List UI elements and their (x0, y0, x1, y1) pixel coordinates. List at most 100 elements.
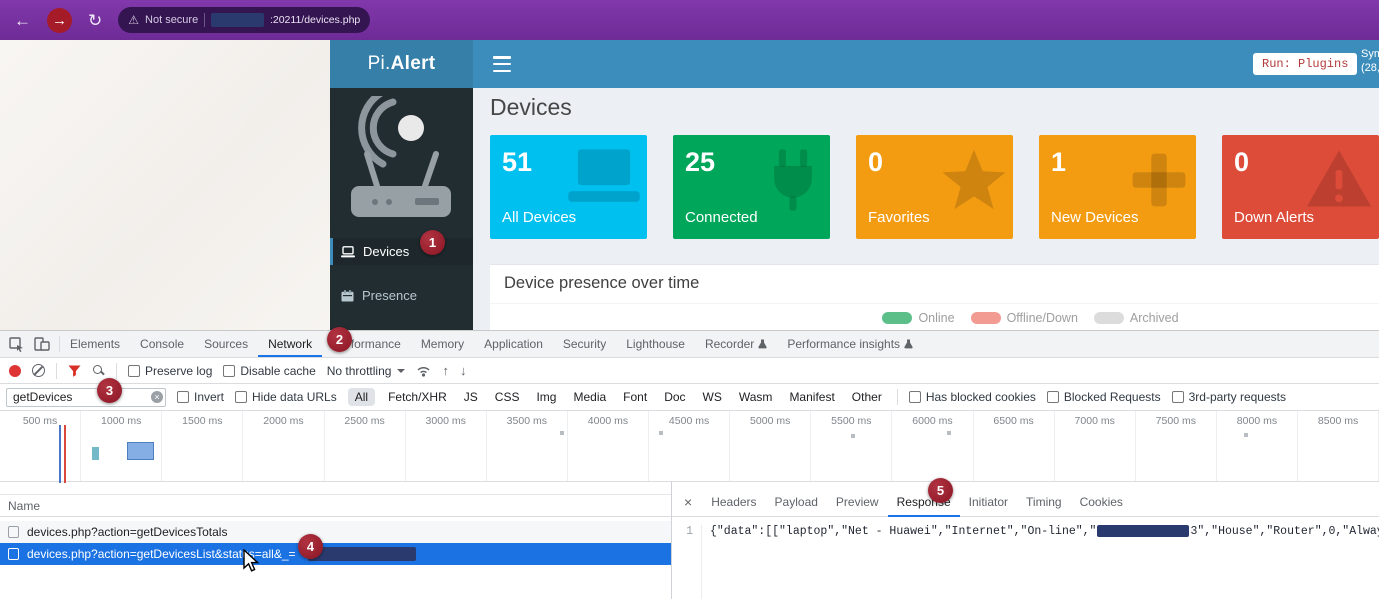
devtools-tab-performance-insights[interactable]: Performance insights (777, 331, 923, 357)
network-overview-timeline[interactable]: 500 ms 1000 ms 1500 ms 2000 ms 2500 ms 3… (0, 411, 1379, 482)
sidebar-toggle-icon[interactable] (493, 56, 511, 72)
card-favorites[interactable]: 0 Favorites (856, 135, 1013, 239)
filter-chip-wasm[interactable]: Wasm (735, 389, 777, 405)
export-har-icon[interactable]: ↓ (460, 364, 467, 377)
devtools-tab-network[interactable]: Network (258, 331, 322, 357)
detail-tab-cookies[interactable]: Cookies (1071, 488, 1132, 517)
devtools-tab-console[interactable]: Console (130, 331, 194, 357)
run-plugins-button[interactable]: Run: Plugins (1253, 53, 1357, 75)
blocked-requests-checkbox[interactable]: Blocked Requests (1047, 390, 1161, 404)
app-brand[interactable]: Pi.Alert (330, 40, 473, 88)
network-conditions-icon[interactable] (416, 365, 431, 377)
record-icon[interactable] (9, 365, 21, 377)
timeline-column: 8500 ms (1298, 411, 1379, 481)
toolbar-separator (897, 389, 898, 405)
browser-toolbar: ← → ↻ ⚠ Not secure :20211/devices.php (0, 0, 1379, 40)
invert-checkbox[interactable]: Invert (177, 390, 224, 404)
legend-item-offline[interactable]: Offline/Down (971, 311, 1078, 325)
name-column-header: Name (8, 499, 40, 513)
filter-chip-media[interactable]: Media (569, 389, 610, 405)
back-icon[interactable]: ← (14, 12, 31, 29)
url-path: :20211/devices.php (270, 14, 360, 26)
filter-chip-manifest[interactable]: Manifest (785, 389, 838, 405)
filter-chip-img[interactable]: Img (532, 389, 560, 405)
app-sidebar: Devices Presence (330, 88, 473, 330)
import-har-icon[interactable]: ↑ (442, 364, 449, 377)
card-all-devices[interactable]: 51 All Devices (490, 135, 647, 239)
annotation-badge-1: 1 (420, 230, 445, 255)
legend-label: Offline/Down (1007, 311, 1078, 325)
request-table-header[interactable]: Name (0, 494, 671, 517)
detail-tabbar: × Headers Payload Preview Response Initi… (672, 482, 1379, 517)
legend-item-archived[interactable]: Archived (1094, 311, 1179, 325)
refresh-icon[interactable]: ↻ (88, 12, 102, 29)
detail-tab-headers[interactable]: Headers (702, 488, 765, 517)
address-bar[interactable]: ⚠ Not secure :20211/devices.php (118, 7, 370, 33)
device-toolbar-icon[interactable] (34, 337, 50, 351)
close-detail-icon[interactable]: × (672, 494, 702, 510)
timeline-column: 4500 ms (649, 411, 730, 481)
timeline-activity-mark (127, 442, 154, 460)
legend-item-online[interactable]: Online (882, 311, 954, 325)
forward-icon[interactable]: → (47, 8, 72, 33)
panel-title: Device presence over time (504, 274, 699, 293)
sidebar-item-devices[interactable]: Devices (330, 238, 473, 265)
devtools-tab-sources[interactable]: Sources (194, 331, 258, 357)
inspect-element-icon[interactable] (9, 337, 24, 352)
alert-triangle-icon (1303, 147, 1375, 211)
request-row[interactable]: devices.php?action=getDevicesTotals (0, 521, 671, 543)
card-new-devices[interactable]: 1 New Devices (1039, 135, 1196, 239)
domcontentloaded-marker (59, 425, 61, 483)
card-down-alerts[interactable]: 0 Down Alerts (1222, 135, 1379, 239)
filter-chip-font[interactable]: Font (619, 389, 651, 405)
timeline-column: 6500 ms (974, 411, 1055, 481)
detail-tab-initiator[interactable]: Initiator (960, 488, 1017, 517)
request-row-selected[interactable]: devices.php?action=getDevicesList&status… (0, 543, 671, 565)
preserve-log-checkbox[interactable]: Preserve log (128, 364, 212, 378)
clear-network-log-icon[interactable] (32, 364, 45, 377)
devtools-tab-security[interactable]: Security (553, 331, 616, 357)
filter-chip-other[interactable]: Other (848, 389, 886, 405)
devtools-tab-recorder[interactable]: Recorder (695, 331, 777, 357)
annotation-badge-5: 5 (928, 478, 953, 503)
timeline-column: 8000 ms (1217, 411, 1298, 481)
redacted-host (211, 13, 264, 27)
clear-filter-icon[interactable]: × (151, 391, 163, 403)
search-icon[interactable] (92, 364, 105, 377)
response-viewer[interactable]: 1 {"data":[["laptop","Net - Huawei","Int… (672, 517, 1379, 599)
sidebar-item-presence[interactable]: Presence (330, 282, 473, 309)
detail-tab-preview[interactable]: Preview (827, 488, 888, 517)
has-blocked-cookies-checkbox[interactable]: Has blocked cookies (909, 390, 1036, 404)
card-connected[interactable]: 25 Connected (673, 135, 830, 239)
disable-cache-checkbox[interactable]: Disable cache (223, 364, 315, 378)
tab-label: Performance insights (787, 337, 900, 351)
annotation-badge-2: 2 (327, 327, 352, 352)
checkbox-box (177, 391, 189, 403)
devtools-tab-memory[interactable]: Memory (411, 331, 474, 357)
filter-input[interactable] (6, 388, 166, 407)
filter-chip-ws[interactable]: WS (699, 389, 726, 405)
filter-chip-js[interactable]: JS (460, 389, 482, 405)
detail-tab-timing[interactable]: Timing (1017, 488, 1071, 517)
filter-chip-doc[interactable]: Doc (660, 389, 689, 405)
response-content: {"data":[["laptop","Net - Huawei","Inter… (702, 525, 1379, 599)
experiment-flask-icon (758, 339, 767, 349)
filter-chip-all[interactable]: All (348, 388, 375, 406)
devtools-tabbar: Elements Console Sources Network Perform… (0, 331, 1379, 358)
throttling-dropdown[interactable]: No throttling (327, 364, 406, 378)
plug-icon (760, 147, 826, 213)
hide-data-urls-checkbox[interactable]: Hide data URLs (235, 390, 337, 404)
request-detail-pane: × Headers Payload Preview Response Initi… (672, 482, 1379, 599)
devtools-tab-application[interactable]: Application (474, 331, 553, 357)
devtools-tab-elements[interactable]: Elements (60, 331, 130, 357)
third-party-requests-checkbox[interactable]: 3rd-party requests (1172, 390, 1286, 404)
response-text: {"data":[["laptop","Net - Huawei","Inter… (710, 525, 1096, 538)
filter-chip-fetch-xhr[interactable]: Fetch/XHR (384, 389, 451, 405)
tab-label: Recorder (705, 337, 754, 351)
filter-chip-css[interactable]: CSS (491, 389, 524, 405)
devtools-tab-lighthouse[interactable]: Lighthouse (616, 331, 695, 357)
timeline-column: 4000 ms (568, 411, 649, 481)
filter-icon[interactable] (68, 365, 81, 377)
checkbox-label: Disable cache (240, 364, 315, 378)
detail-tab-payload[interactable]: Payload (766, 488, 827, 517)
